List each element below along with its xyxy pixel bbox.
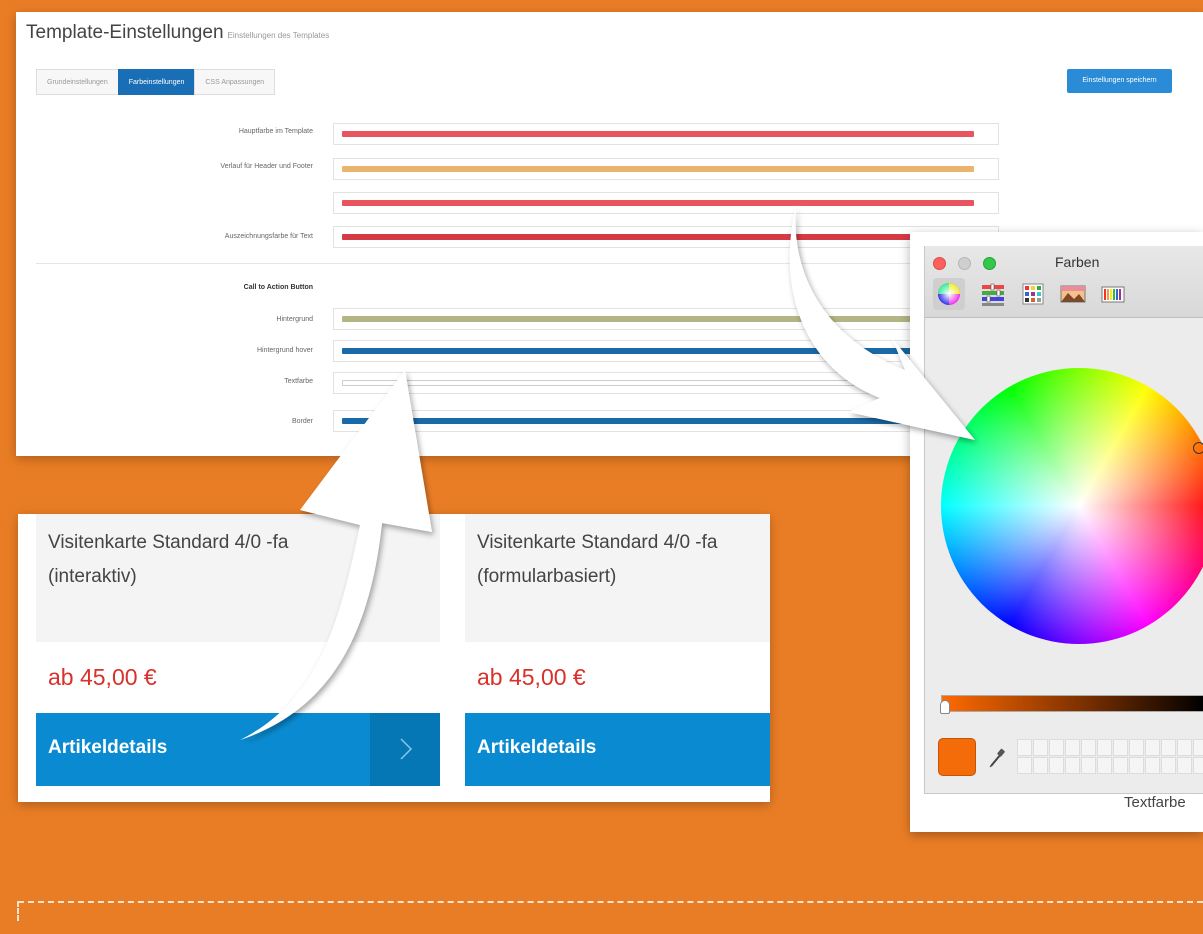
settings-tabs: Grundeinstellungen Farbeinstellungen CSS…	[36, 69, 276, 95]
zoom-window-icon[interactable]	[983, 257, 996, 270]
tab-basic-settings[interactable]: Grundeinstellungen	[36, 69, 119, 95]
cta-background-hover-swatch	[342, 348, 974, 354]
product-price: ab 45,00 €	[477, 664, 586, 690]
article-details-label: Artikeldetails	[477, 737, 597, 758]
page-title-text: Template-Einstellungen	[26, 22, 224, 43]
product-title-line: Visitenkarte Standard 4/0 -fa	[477, 532, 718, 553]
cta-border-swatch	[342, 418, 974, 424]
article-details-label: Artikeldetails	[48, 737, 168, 758]
swatch-cell[interactable]	[1097, 757, 1112, 774]
current-color-swatch[interactable]	[938, 738, 976, 776]
swatch-cell[interactable]	[1145, 757, 1160, 774]
text-highlight-color-field[interactable]	[333, 226, 999, 248]
cta-text-color-label: Textfarbe	[284, 378, 313, 385]
cta-text-color-field[interactable]	[333, 372, 999, 394]
brightness-slider-knob[interactable]	[940, 700, 950, 714]
cta-text-color-swatch	[342, 380, 974, 386]
product-card: Visitenkarte Standard 4/0 -fa (formularb…	[465, 514, 770, 786]
page-subtitle: Einstellungen des Templates	[227, 31, 330, 40]
cta-section-heading: Call to Action Button	[243, 284, 313, 291]
swatch-cell[interactable]	[1113, 757, 1128, 774]
swatch-cell[interactable]	[1161, 739, 1176, 756]
header-footer-gradient-field[interactable]	[333, 158, 999, 180]
close-window-icon[interactable]	[933, 257, 946, 270]
text-highlight-color-label: Auszeichnungsfarbe für Text	[224, 233, 313, 240]
color-wheel-icon[interactable]	[933, 278, 965, 310]
swatch-cell[interactable]	[1033, 757, 1048, 774]
swatch-cell[interactable]	[1065, 757, 1080, 774]
brightness-slider[interactable]	[941, 695, 1203, 712]
color-picker-titlebar: Farben	[925, 246, 1203, 318]
product-price: ab 45,00 €	[48, 664, 157, 690]
cta-background-field[interactable]	[333, 308, 999, 330]
cta-border-label: Border	[291, 418, 313, 425]
swatch-cell[interactable]	[1113, 739, 1128, 756]
pencils-icon[interactable]	[1097, 278, 1129, 310]
swatch-cell[interactable]	[1081, 757, 1096, 774]
color-wheel-cursor-icon[interactable]	[1193, 442, 1203, 454]
main-color-label: Hauptfarbe im Template	[238, 128, 313, 135]
sliders-icon[interactable]	[977, 278, 1009, 310]
image-palette-icon[interactable]	[1057, 278, 1089, 310]
cta-background-hover-field[interactable]	[333, 340, 999, 362]
swatch-cell[interactable]	[1145, 739, 1160, 756]
article-details-button[interactable]: Artikeldetails	[465, 713, 770, 786]
eyedropper-icon[interactable]	[987, 746, 1007, 770]
cta-border-field[interactable]	[333, 410, 999, 432]
swatch-cell[interactable]	[1177, 739, 1192, 756]
swatch-cell[interactable]	[1081, 739, 1096, 756]
cta-background-swatch	[342, 316, 974, 322]
dashed-divider	[18, 901, 1203, 903]
page-title: Template-Einstellungen Einstellungen des …	[26, 22, 329, 44]
gradient-second-color-swatch	[342, 200, 974, 206]
palettes-icon[interactable]	[1017, 278, 1049, 310]
swatch-cell[interactable]	[1129, 757, 1144, 774]
product-title-line: (interaktiv)	[48, 566, 137, 587]
main-color-swatch	[342, 131, 974, 137]
swatch-cell[interactable]	[1049, 757, 1064, 774]
swatch-cell[interactable]	[1097, 739, 1112, 756]
swatch-cell[interactable]	[1193, 739, 1203, 756]
tab-color-settings[interactable]: Farbeinstellungen	[117, 69, 196, 95]
swatch-cell[interactable]	[1065, 739, 1080, 756]
swatch-cell[interactable]	[1193, 757, 1203, 774]
swatch-cell[interactable]	[1049, 739, 1064, 756]
tab-css-customizations[interactable]: CSS Anpassungen	[194, 69, 276, 95]
product-title[interactable]: Visitenkarte Standard 4/0 -fa (formularb…	[477, 526, 770, 594]
cta-background-hover-label: Hintergrund hover	[256, 347, 313, 354]
main-color-field[interactable]	[333, 123, 999, 145]
color-wheel[interactable]	[941, 368, 1203, 644]
product-title-line: Visitenkarte Standard 4/0 -fa	[48, 532, 289, 553]
swatch-cell[interactable]	[1129, 739, 1144, 756]
color-picker-window: Farben	[924, 246, 1203, 794]
save-settings-button[interactable]: Einstellungen speichern	[1067, 69, 1172, 93]
product-title-line: (formularbasiert)	[477, 566, 617, 587]
gradient-second-color-field[interactable]	[333, 192, 999, 214]
swatch-cell[interactable]	[1017, 757, 1032, 774]
saved-swatches-grid	[1017, 739, 1203, 774]
text-highlight-color-swatch	[342, 234, 974, 240]
swatch-cell[interactable]	[1033, 739, 1048, 756]
section-divider	[36, 263, 1006, 264]
text-color-label: Textfarbe	[1124, 794, 1186, 811]
product-title[interactable]: Visitenkarte Standard 4/0 -fa (interakti…	[48, 526, 430, 594]
dashed-divider-corner	[17, 901, 19, 921]
header-footer-gradient-label: Verlauf für Header und Footer	[220, 163, 313, 170]
product-card: Visitenkarte Standard 4/0 -fa (interakti…	[36, 514, 440, 786]
swatch-cell[interactable]	[1177, 757, 1192, 774]
cta-background-label: Hintergrund	[276, 316, 313, 323]
header-footer-gradient-swatch	[342, 166, 974, 172]
chevron-right-icon[interactable]	[370, 713, 440, 786]
minimize-window-icon[interactable]	[958, 257, 971, 270]
product-cards-panel: Visitenkarte Standard 4/0 -fa (interakti…	[18, 514, 770, 802]
article-details-button[interactable]: Artikeldetails	[36, 713, 440, 786]
swatch-cell[interactable]	[1017, 739, 1032, 756]
swatch-cell[interactable]	[1161, 757, 1176, 774]
color-picker-title: Farben	[1055, 254, 1100, 270]
